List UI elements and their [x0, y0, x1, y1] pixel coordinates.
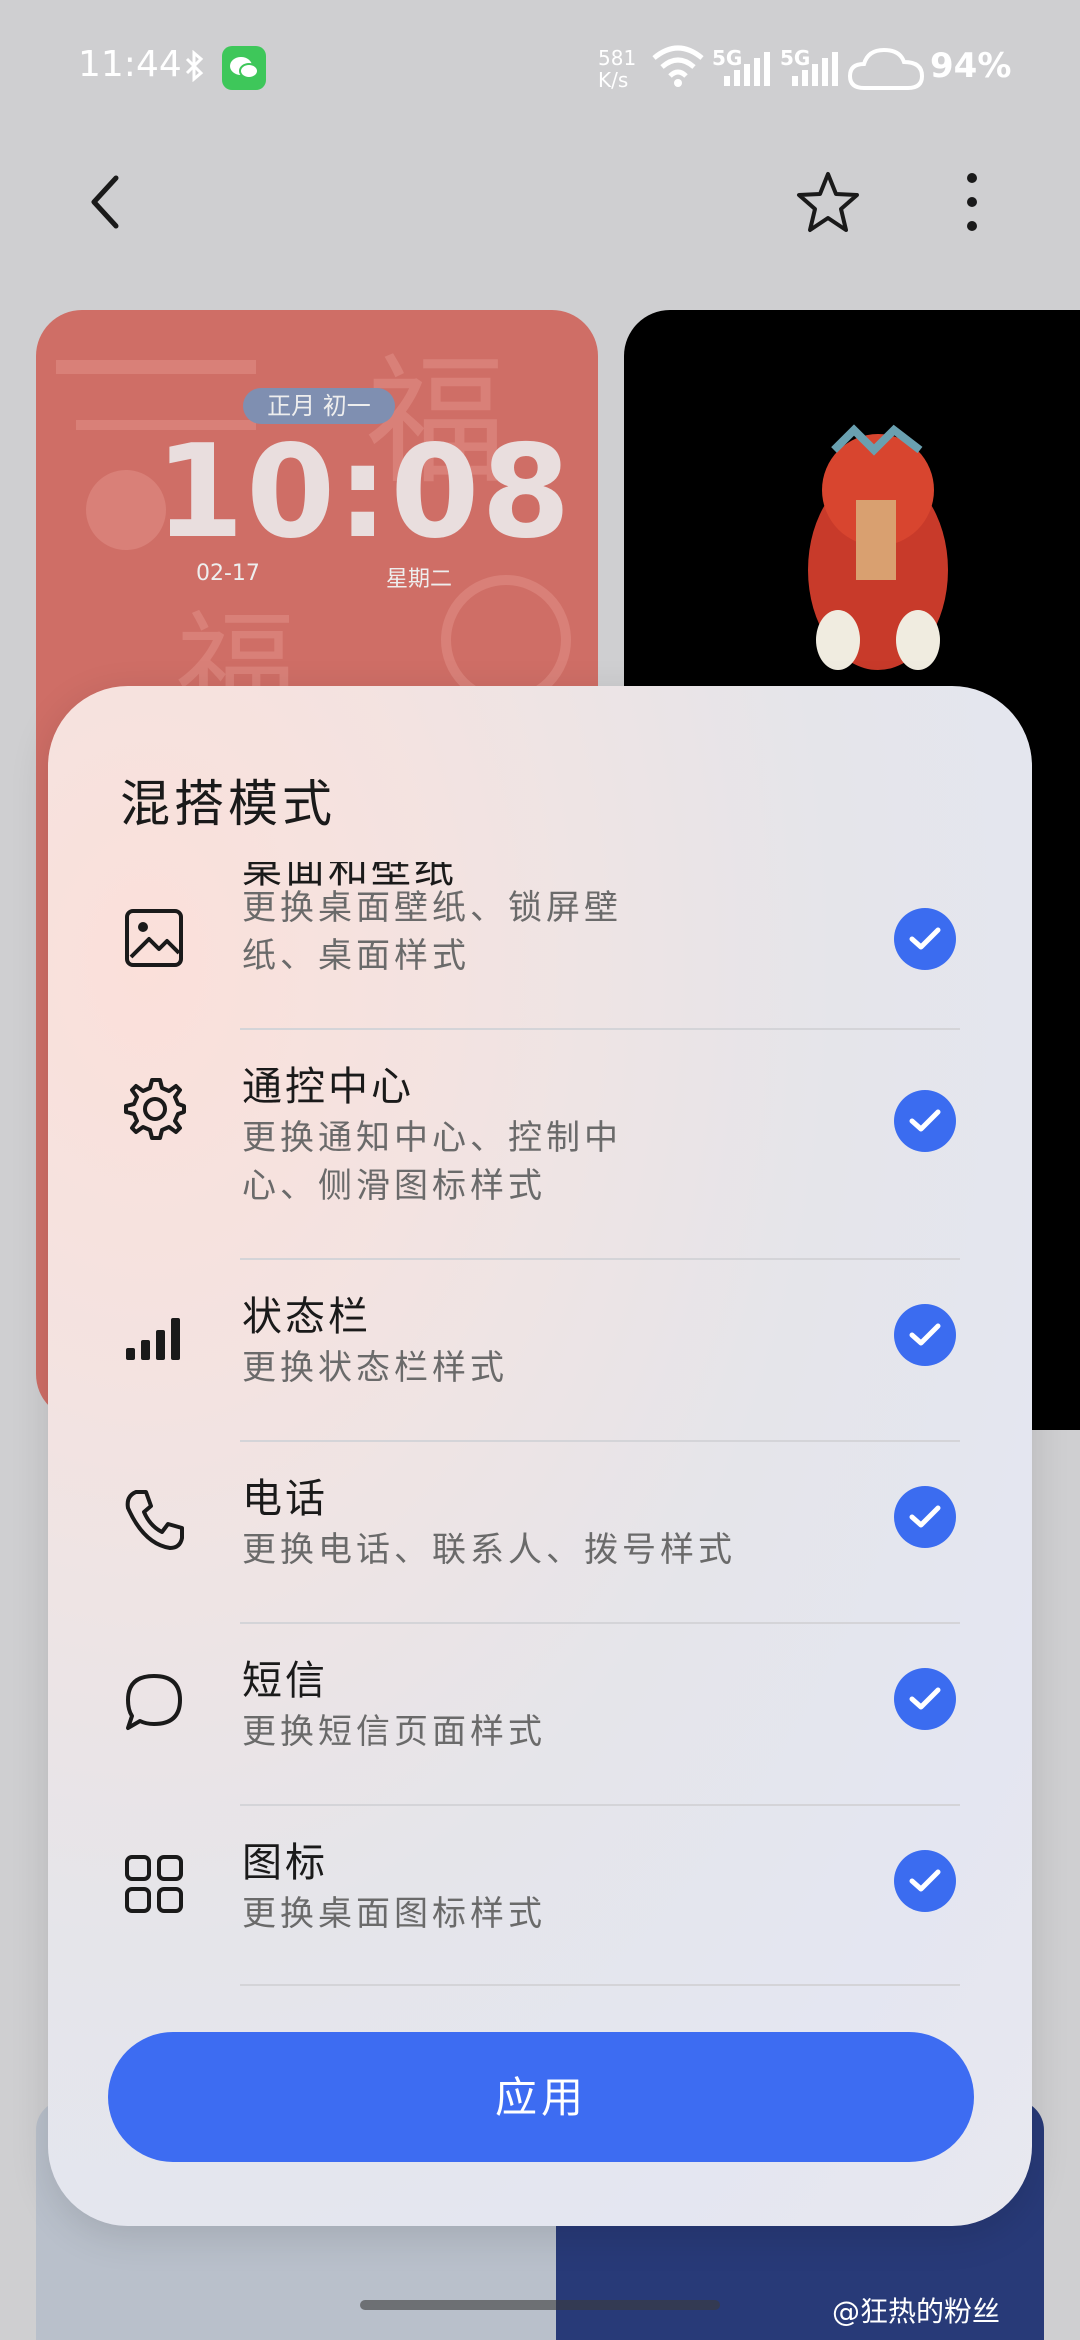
option-title: 图标	[242, 1840, 328, 1886]
more-menu-button[interactable]	[932, 162, 1012, 242]
home-indicator[interactable]	[360, 2300, 720, 2310]
mix-mode-sheet: 混搭模式 桌面和壁纸 更换桌面壁纸、锁屏壁纸、桌面样式 通控中心 更换通知中心、…	[48, 686, 1032, 2226]
grid-icon	[120, 1850, 188, 1918]
status-bar: 11:44 581 K/s 5G 5G 94%	[0, 0, 1080, 120]
star-icon	[797, 172, 859, 232]
signal-bars-icon	[120, 1304, 188, 1372]
check-icon	[909, 1109, 941, 1132]
option-desc: 更换电话、联系人、拨号样式	[242, 1530, 736, 1570]
message-icon	[120, 1668, 188, 1736]
net-speed-value: 581	[598, 46, 637, 70]
option-row-phone[interactable]: 电话 更换电话、联系人、拨号样式	[48, 1442, 1032, 1622]
option-row-messages[interactable]: 短信 更换短信页面样式	[48, 1624, 1032, 1804]
battery-percent: 94%	[930, 46, 1012, 86]
option-row-icons[interactable]: 图标 更换桌面图标样式	[48, 1806, 1032, 1986]
option-checkbox[interactable]	[894, 908, 956, 970]
option-checkbox[interactable]	[894, 1090, 956, 1152]
sim1-signal-icon	[722, 52, 772, 90]
option-checkbox[interactable]	[894, 1486, 956, 1548]
option-desc: 更换桌面图标样式	[242, 1894, 546, 1934]
check-icon	[909, 1505, 941, 1528]
gear-icon	[120, 1074, 188, 1142]
option-title: 状态栏	[242, 1294, 371, 1340]
net-speed-unit: K/s	[598, 68, 629, 92]
option-title: 短信	[242, 1658, 328, 1704]
option-title: 通控中心	[242, 1064, 414, 1110]
preview-clock: 10:08	[155, 418, 573, 567]
option-checkbox[interactable]	[894, 1304, 956, 1366]
option-desc: 更换桌面壁纸、锁屏壁纸、桌面样式	[242, 888, 622, 976]
sim2-signal-icon	[790, 52, 840, 90]
option-desc: 更换状态栏样式	[242, 1348, 508, 1388]
option-title: 电话	[242, 1476, 328, 1522]
watermark-text: @狂热的粉丝	[832, 2295, 1001, 2328]
option-desc: 更换通知中心、控制中心、侧滑图标样式	[242, 1118, 622, 1206]
preview-weekday: 星期二	[386, 567, 453, 592]
status-time: 11:44	[78, 44, 182, 85]
bluetooth-icon	[184, 49, 206, 86]
wechat-icon	[222, 46, 266, 90]
option-row-status-bar[interactable]: 状态栏 更换状态栏样式	[48, 1260, 1032, 1440]
wifi-icon	[650, 44, 706, 92]
option-checkbox[interactable]	[894, 1668, 956, 1730]
wallpaper-icon	[120, 904, 188, 972]
option-desc: 更换短信页面样式	[242, 1712, 546, 1752]
favorite-button[interactable]	[788, 162, 868, 242]
option-checkbox[interactable]	[894, 1850, 956, 1912]
divider	[240, 1984, 960, 1986]
option-row-desktop-wallpaper[interactable]: 桌面和壁纸 更换桌面壁纸、锁屏壁纸、桌面样式	[48, 862, 1032, 1012]
preview-date: 02-17	[196, 561, 260, 586]
check-icon	[909, 1323, 941, 1346]
more-vertical-icon	[967, 173, 977, 231]
check-icon	[909, 927, 941, 950]
phone-icon	[120, 1486, 188, 1554]
option-row-control-center[interactable]: 通控中心 更换通知中心、控制中心、侧滑图标样式	[48, 1030, 1032, 1210]
check-icon	[909, 1687, 941, 1710]
cloud-battery-icon	[846, 44, 926, 96]
check-icon	[909, 1869, 941, 1892]
back-button[interactable]	[66, 162, 146, 242]
chevron-left-icon	[91, 175, 119, 229]
horse-mascot-image	[808, 424, 948, 670]
sheet-title: 混搭模式	[120, 775, 336, 833]
apply-button[interactable]: 应用	[108, 2032, 974, 2162]
